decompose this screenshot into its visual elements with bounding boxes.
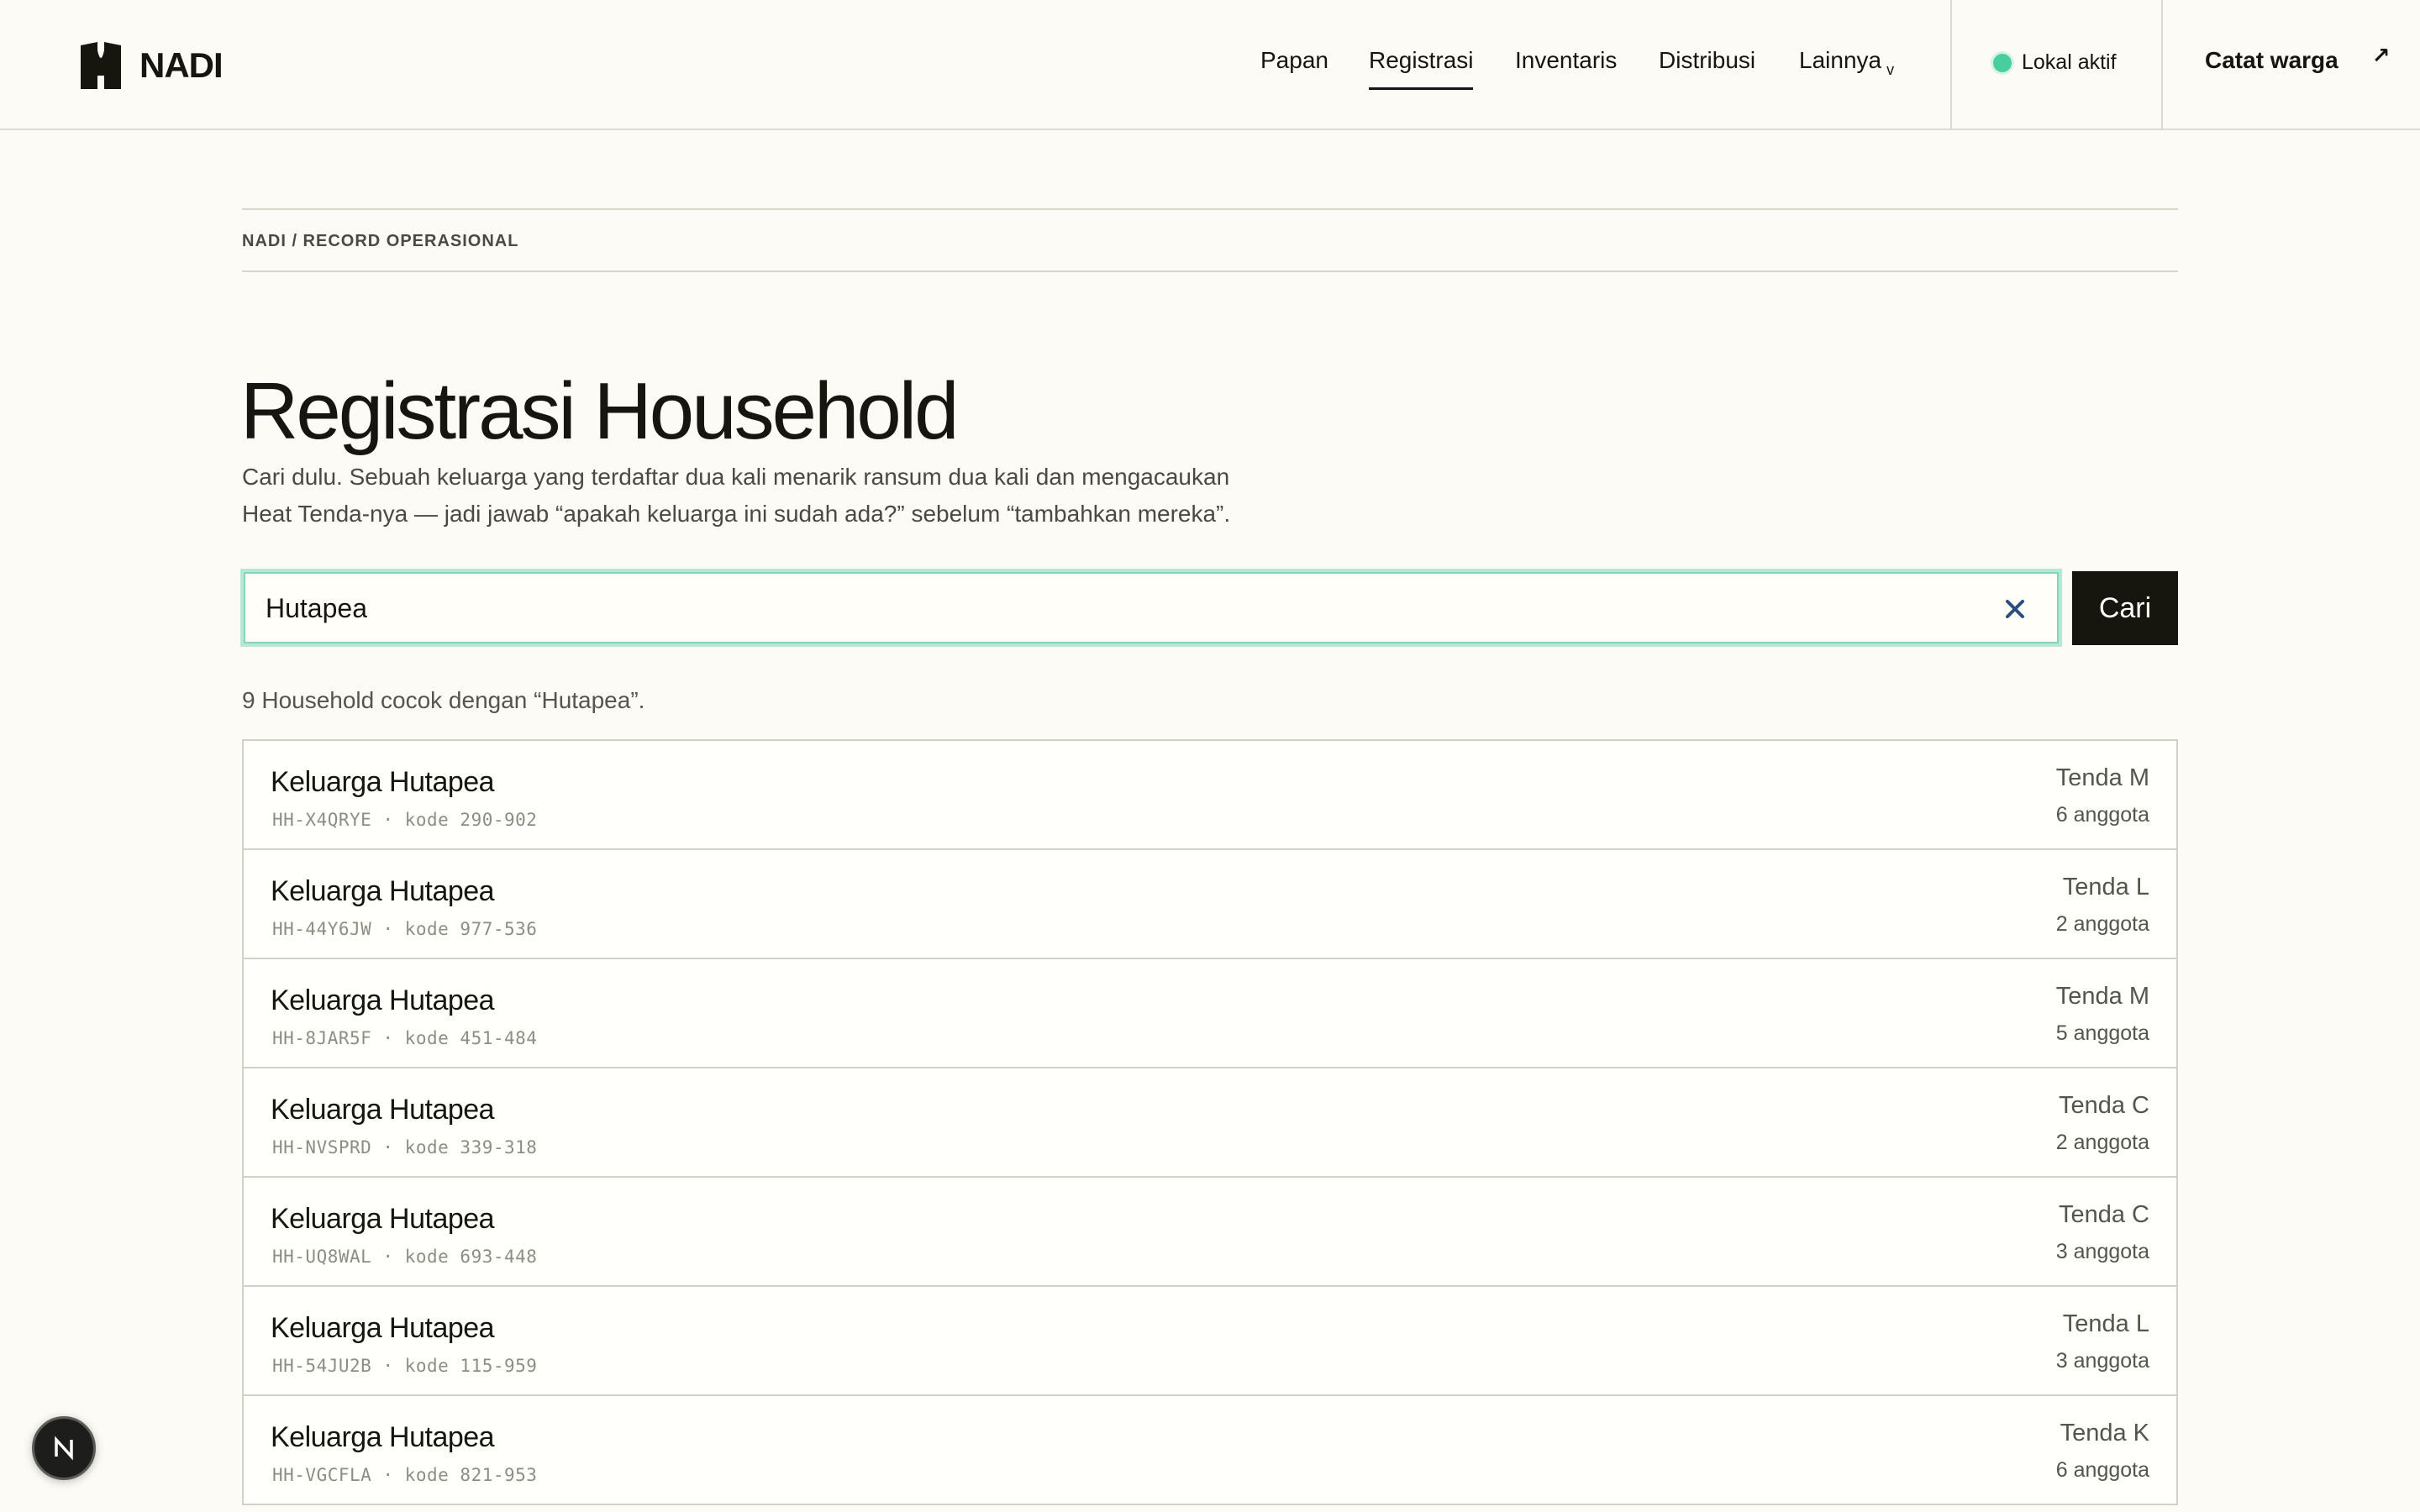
household-tent: Tenda M [2055, 764, 2149, 791]
household-tent: Tenda K [2060, 1420, 2149, 1446]
household-tent: Tenda C [2058, 1092, 2149, 1119]
nav-inventaris[interactable]: Inventaris [1515, 47, 1617, 74]
household-id: HH-UQ8WAL · kode 693-448 [272, 1247, 538, 1267]
household-members: 3 anggota [2055, 1349, 2149, 1373]
nav-divider [2161, 0, 2163, 130]
close-icon [2006, 600, 2024, 618]
household-tent: Tenda L [2062, 874, 2149, 900]
nav-lainnya[interactable]: Lainnya v [1799, 47, 1894, 78]
dev-tools-badge[interactable] [32, 1416, 96, 1480]
nav-registrasi[interactable]: Registrasi [1369, 47, 1474, 90]
page-description-line-2: Heat Tenda-nya — jadi jawab “apakah kelu… [242, 501, 1231, 527]
breadcrumb: NADI / RECORD OPERASIONAL [242, 232, 519, 250]
page-description-line-1: Cari dulu. Sebuah keluarga yang terdafta… [242, 464, 1230, 490]
household-name: Keluarga Hutapea [271, 1421, 495, 1453]
household-members: 6 anggota [2055, 803, 2149, 827]
household-tent: Tenda M [2055, 983, 2149, 1010]
household-name: Keluarga Hutapea [271, 766, 495, 798]
page-title: Registrasi Household [240, 366, 959, 456]
catat-warga-label: Catat warga [2205, 47, 2338, 73]
search-input[interactable] [266, 587, 1929, 629]
status-label: Lokal aktif [2022, 50, 2117, 74]
catat-warga-button[interactable]: Catat warga ↗ [2205, 43, 2391, 74]
household-name: Keluarga Hutapea [271, 1312, 495, 1344]
household-name: Keluarga Hutapea [271, 1203, 495, 1235]
household-members: 3 anggota [2055, 1240, 2149, 1263]
household-row[interactable]: Keluarga Hutapea HH-UQ8WAL · kode 693-44… [244, 1178, 2176, 1287]
status-indicator: Lokal aktif [1993, 50, 2117, 75]
clear-search-button[interactable] [1995, 589, 2035, 629]
household-id: HH-54JU2B · kode 115-959 [272, 1356, 538, 1376]
household-id: HH-44Y6JW · kode 977-536 [272, 919, 538, 939]
household-members: 5 anggota [2055, 1021, 2149, 1045]
nav-distribusi[interactable]: Distribusi [1659, 47, 1755, 74]
chevron-down-icon: v [1886, 61, 1895, 78]
household-id: HH-8JAR5F · kode 451-484 [272, 1028, 538, 1048]
arrow-up-right-icon: ↗ [2371, 42, 2391, 68]
household-name: Keluarga Hutapea [271, 984, 495, 1016]
household-name: Keluarga Hutapea [271, 875, 495, 907]
results-count: 9 Household cocok dengan “Hutapea”. [242, 687, 645, 713]
results-list: Keluarga Hutapea HH-X4QRYE · kode 290-90… [242, 739, 2178, 1505]
household-row[interactable]: Keluarga Hutapea HH-NVSPRD · kode 339-31… [244, 1068, 2176, 1178]
nav-papan[interactable]: Papan [1260, 47, 1328, 74]
household-row[interactable]: Keluarga Hutapea HH-X4QRYE · kode 290-90… [244, 741, 2176, 850]
household-members: 2 anggota [2055, 912, 2149, 936]
household-name: Keluarga Hutapea [271, 1094, 495, 1126]
household-tent: Tenda L [2062, 1310, 2149, 1337]
n-logo-icon [55, 1436, 73, 1461]
household-id: HH-NVSPRD · kode 339-318 [272, 1137, 538, 1158]
household-members: 6 anggota [2055, 1458, 2149, 1482]
breadcrumb-bar: NADI / RECORD OPERASIONAL [242, 208, 2178, 272]
household-row[interactable]: Keluarga Hutapea HH-54JU2B · kode 115-95… [244, 1287, 2176, 1396]
household-tent: Tenda C [2058, 1201, 2149, 1228]
page-description: Cari dulu. Sebuah keluarga yang terdafta… [242, 459, 1334, 533]
search-button[interactable]: Cari [2072, 571, 2178, 645]
status-dot-icon [1993, 53, 2012, 72]
household-row[interactable]: Keluarga Hutapea HH-VGCFLA · kode 821-95… [244, 1396, 2176, 1505]
nav-lainnya-label: Lainnya [1799, 47, 1882, 73]
household-members: 2 anggota [2055, 1131, 2149, 1154]
household-row[interactable]: Keluarga Hutapea HH-44Y6JW · kode 977-53… [244, 850, 2176, 959]
household-id: HH-VGCFLA · kode 821-953 [272, 1465, 538, 1485]
household-row[interactable]: Keluarga Hutapea HH-8JAR5F · kode 451-48… [244, 959, 2176, 1068]
search-box [240, 569, 2062, 647]
household-id: HH-X4QRYE · kode 290-902 [272, 810, 538, 830]
nav-divider [1950, 0, 1952, 130]
top-bar: NADI Papan Registrasi Inventaris Distrib… [0, 0, 2420, 130]
